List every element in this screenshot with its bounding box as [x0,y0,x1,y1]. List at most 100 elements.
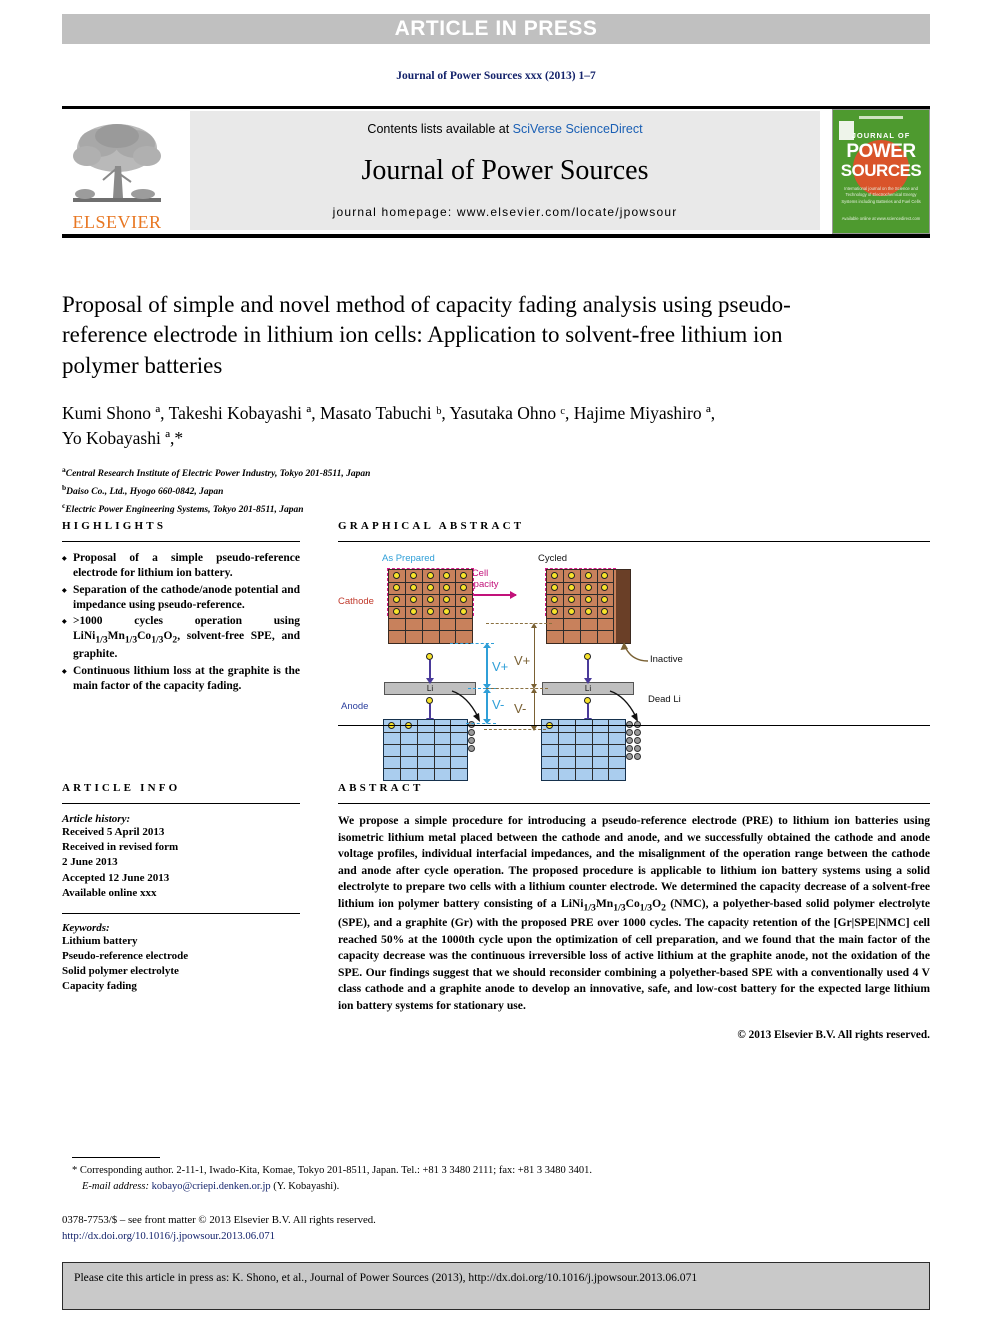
title-block: Proposal of simple and novel method of c… [62,290,852,517]
keywords-group: Keywords: Lithium battery Pseudo-referen… [62,922,300,995]
masthead-bottom-rule [62,234,930,238]
cover-sources-label: SOURCES [840,161,922,180]
article-info-heading: ARTICLE INFO [62,782,181,794]
graphical-abstract-column: GRAPHICAL ABSTRACT As Prepared Cycled Ca… [338,520,930,781]
ga-label-cathode: Cathode [338,596,374,607]
cite-this-article-text: Please cite this article in press as: K.… [74,1271,698,1284]
list-item: Proposal of a simple pseudo-reference el… [62,551,300,582]
ga-left-arrow-down-top [426,660,433,684]
graphical-abstract-rule [338,541,930,542]
elsevier-tree-icon [69,118,165,213]
ga-right-li-dot-bottom [584,697,591,704]
affiliation-text-c: Electric Power Engineering Systems, Toky… [65,504,304,515]
ga-cell-capacity-line1: Cell [471,568,489,579]
abstract-heading: ABSTRACT [338,782,424,794]
ga-inactive-callout-arrow [620,642,649,662]
ga-v-plus-brown-bar [529,623,539,689]
affiliation-c: cElectric Power Engineering Systems, Tok… [62,500,852,518]
cover-power-label: POWER [846,141,916,162]
issn-block: 0378-7753/$ – see front matter © 2013 El… [62,1212,762,1244]
author-list: Kumi Shono ª, Takeshi Kobayashi ª, Masat… [62,401,852,451]
ga-v-minus-blue-bar [483,688,490,724]
contents-prefix: Contents lists available at [367,122,513,136]
article-history-group: Article history: Received 5 April 2013 R… [62,813,300,901]
keywords-rule [62,912,300,914]
history-line: Available online xxx [62,886,157,899]
footnote-rule [72,1157,160,1158]
cover-top-rule [859,116,903,119]
affiliation-list: aCentral Research Institute of Electric … [62,464,852,518]
abstract-rule [338,803,930,804]
list-item: Continuous lithium loss at the graphite … [62,664,300,695]
email-note: E-mail address: kobayo@criepi.denken.or.… [72,1179,932,1195]
highlights-list: Proposal of a simple pseudo-reference el… [62,551,300,694]
history-line: 2 June 2013 [62,856,118,869]
elsevier-wordmark: ELSEVIER [72,212,162,232]
ga-v-plus-blue-bar [483,643,490,689]
elsevier-logo: ELSEVIER [62,109,172,234]
author-line-2: Yo Kobayashi ª,* [62,427,184,448]
highlights-column: HIGHLIGHTS Proposal of a simple pseudo-r… [62,520,300,695]
doi-link[interactable]: http://dx.doi.org/10.1016/j.jpowsour.201… [62,1228,762,1244]
author-line-1: Kumi Shono ª, Takeshi Kobayashi ª, Masat… [62,403,716,424]
tree-icon [73,124,161,202]
email-owner: (Y. Kobayashi). [273,1180,340,1192]
keyword-item: Solid polymer electrolyte [62,965,179,978]
abstract-column: ABSTRACT We propose a simple procedure f… [338,782,930,1041]
article-in-press-label: ARTICLE IN PRESS [394,17,598,40]
journal-title: Journal of Power Sources [361,154,649,186]
ga-label-v-plus-blue: V+ [492,659,509,674]
page-title: Proposal of simple and novel method of c… [62,292,791,378]
abstract-copyright: © 2013 Elsevier B.V. All rights reserved… [737,1028,930,1041]
affiliation-a: aCentral Research Institute of Electric … [62,464,852,482]
graphical-abstract-bottom-rule [338,725,930,726]
keywords-label: Keywords: [62,921,110,934]
highlights-heading: HIGHLIGHTS [62,520,167,532]
history-line: Accepted 12 June 2013 [62,871,170,884]
issn-line: 0378-7753/$ – see front matter © 2013 El… [62,1214,376,1226]
highlights-rule [62,541,300,542]
cover-footer-text: Available online at www.sciencedirect.co… [841,216,921,222]
ga-label-v-minus-brown: V- [514,701,527,716]
ga-right-anode-grid [541,719,626,781]
cover-journal-of-label: JOURNAL OF [851,131,911,140]
list-item: >1000 cycles operation using LiNi1/3Mn1/… [62,614,300,663]
ga-label-v-plus-brown: V+ [514,653,531,668]
article-info-column: ARTICLE INFO Article history: Received 5… [62,782,300,995]
ga-label-inactive: Inactive [650,654,683,665]
ga-left-li-dot-top [426,653,433,660]
email-address-label: E-mail address: [82,1180,149,1192]
graphical-abstract-heading: GRAPHICAL ABSTRACT [338,520,525,532]
list-item: Separation of the cathode/anode potentia… [62,583,300,614]
ga-right-cathode-grid [546,569,631,644]
ga-left-li-dot-bottom [426,697,433,704]
ga-inactive-region [616,570,630,643]
affiliation-b: bDaiso Co., Ltd., Hyogo 660-0842, Japan [62,482,852,500]
contents-available-line: Contents lists available at SciVerse Sci… [367,122,642,136]
ga-right-li-dot-top [584,653,591,660]
history-line: Received in revised form [62,841,179,854]
ga-label-v-minus-blue: V- [492,697,505,712]
graphical-abstract-figure: As Prepared Cycled Cathode Anode Cell Ca… [338,551,930,781]
ga-label-cycled: Cycled [538,553,568,564]
journal-homepage-line: journal homepage: www.elsevier.com/locat… [332,205,678,219]
article-history-label: Article history: [62,813,131,825]
ga-right-arrow-down-top [584,660,591,684]
ga-label-as-prepared: As Prepared [382,553,435,564]
article-info-rule [62,803,300,804]
keyword-item: Capacity fading [62,980,137,993]
article-in-press-banner: ARTICLE IN PRESS [62,14,930,44]
ga-v-minus-brown-bar [529,688,539,731]
keyword-item: Lithium battery [62,934,138,947]
email-link[interactable]: kobayo@criepi.denken.or.jp [152,1181,271,1192]
running-head: Journal of Power Sources xxx (2013) 1–7 [396,70,596,82]
ga-left-cathode-grid [388,569,473,644]
affiliation-text-a: Central Research Institute of Electric P… [65,468,371,479]
ga-label-anode: Anode [341,701,369,712]
abstract-body: We propose a simple procedure for introd… [338,814,931,1012]
ga-label-dead-li: Dead Li [648,694,681,705]
affiliation-text-b: Daiso Co., Ltd., Hyogo 660-0842, Japan [66,486,224,497]
cover-subtitle: International journal on the Science and… [841,186,921,204]
sciencedirect-link[interactable]: SciVerse ScienceDirect [513,122,643,136]
masthead-center-panel: Contents lists available at SciVerse Sci… [190,111,820,230]
